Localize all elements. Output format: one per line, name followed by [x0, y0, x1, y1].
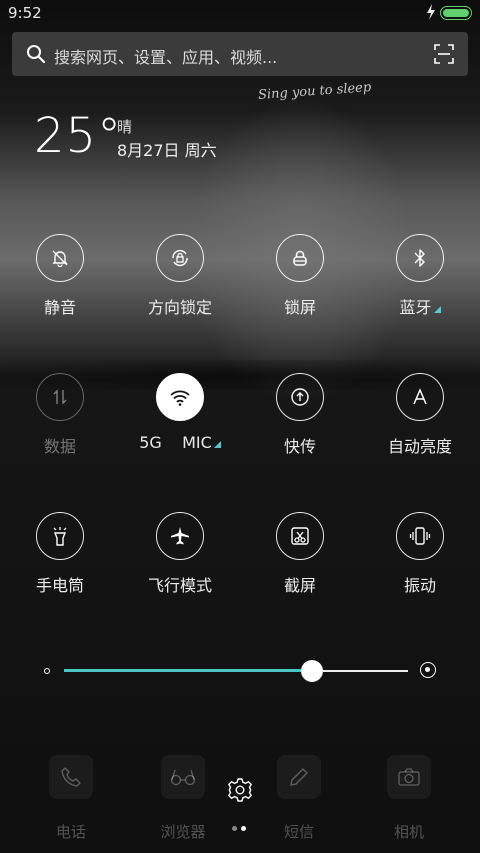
toggle-label: 振动 [403, 576, 436, 595]
status-time: 9:52 [8, 4, 42, 22]
dock-label: 短信 [283, 823, 314, 841]
flashlight-icon [36, 512, 84, 560]
battery-icon [440, 6, 472, 20]
phone-icon [49, 755, 93, 799]
weather-condition: 晴 [117, 118, 133, 136]
wifi-icon [156, 373, 204, 421]
search-placeholder: 搜索网页、设置、应用、视频... [54, 48, 278, 67]
date-label: 8月27日 周六 [117, 141, 217, 160]
share-transfer-icon [276, 373, 324, 421]
bell-off-icon [36, 234, 84, 282]
auto-brightness-icon [396, 373, 444, 421]
scan-icon[interactable] [434, 44, 454, 64]
toggle-label: 手电筒 [35, 576, 84, 595]
rotation-lock-icon [156, 234, 204, 282]
message-icon [277, 755, 321, 799]
airplane-icon [156, 512, 204, 560]
lock-icon [276, 234, 324, 282]
toggle-label: 数据 [43, 437, 76, 456]
dock-label: 浏览器 [160, 823, 206, 841]
toggle-label: 自动亮度 [387, 437, 452, 456]
toggle-label: 锁屏 [283, 298, 316, 317]
more-indicator [433, 306, 441, 313]
screenshot-icon [276, 512, 324, 560]
bluetooth-icon [396, 234, 444, 282]
mobile-data-icon [36, 373, 84, 421]
search-icon [27, 45, 46, 64]
charging-icon [427, 4, 435, 20]
more-indicator [213, 441, 221, 448]
toggle-label: 方向锁定 [147, 298, 212, 317]
vibrate-icon [396, 512, 444, 560]
brightness-slider[interactable] [40, 660, 440, 682]
settings-gear-icon[interactable] [226, 776, 254, 804]
brightness-thumb[interactable] [300, 660, 323, 682]
brightness-fill [64, 669, 312, 672]
brightness-low-icon [44, 668, 50, 674]
toggle-label: 蓝牙 [399, 298, 432, 317]
page-indicator [232, 826, 248, 832]
toggle-label: 截屏 [283, 576, 316, 595]
toggle-label: 静音 [43, 298, 76, 317]
toggle-label: 快传 [283, 437, 316, 456]
search-bar[interactable]: 搜索网页、设置、应用、视频... [12, 32, 468, 76]
camera-icon [387, 755, 431, 799]
dock-label: 电话 [55, 823, 86, 841]
status-bar: 9:52 [0, 0, 480, 28]
wifi-network-label: 5G MIC [139, 433, 212, 452]
brightness-high-icon [420, 662, 436, 678]
toggle-label: 飞行模式 [147, 576, 212, 595]
temperature[interactable]: 25° [34, 108, 122, 164]
browser-icon [161, 755, 205, 799]
dock-label: 相机 [393, 823, 424, 841]
